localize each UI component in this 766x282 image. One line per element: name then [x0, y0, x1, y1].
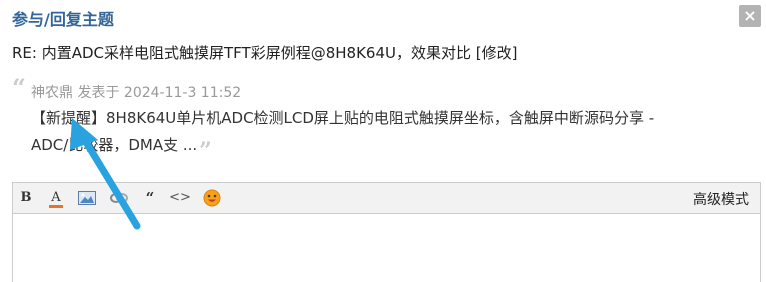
- font-color-bar: [49, 205, 63, 208]
- advanced-mode-link[interactable]: 高级模式: [693, 189, 749, 209]
- quote-icon[interactable]: “: [139, 187, 161, 209]
- quote-meta: 神农鼎 发表于 2024-11-3 11:52: [31, 82, 241, 102]
- dialog-title: 参与/回复主题: [12, 10, 114, 29]
- close-button[interactable]: ×: [739, 5, 761, 27]
- link-icon[interactable]: [108, 187, 130, 209]
- open-quote-icon: “: [12, 73, 26, 102]
- smiley-icon[interactable]: [201, 187, 223, 209]
- bold-icon[interactable]: B: [15, 187, 37, 209]
- close-quote-icon: ”: [199, 138, 212, 164]
- quote-text-line-1: 【新提醒】8H8K64U单片机ADC检测LCD屏上贴的电阻式触摸屏坐标，含触屏中…: [31, 109, 655, 127]
- quote-posted-label: 发表于: [77, 85, 120, 101]
- quote-text-line-2-content: ADC/比较器，DMA支 ...: [31, 136, 198, 154]
- reply-editor: B A “ <> 高级模式: [12, 182, 761, 282]
- font-color-icon[interactable]: A: [45, 187, 67, 209]
- reply-textarea[interactable]: [13, 214, 760, 282]
- quote-date: 2024-11-3 11:52: [123, 85, 242, 101]
- editor-toolbar: B A “ <> 高级模式: [13, 183, 760, 214]
- quote-text-line-2: ADC/比较器，DMA支 ...”: [31, 134, 212, 164]
- code-icon[interactable]: <>: [169, 187, 191, 209]
- quote-author: 神农鼎: [31, 85, 73, 101]
- reply-subject: RE: 内置ADC采样电阻式触摸屏TFT彩屏例程@8H8K64U，效果对比 [修…: [12, 44, 518, 62]
- font-color-glyph: A: [51, 190, 61, 205]
- image-icon[interactable]: [76, 187, 98, 209]
